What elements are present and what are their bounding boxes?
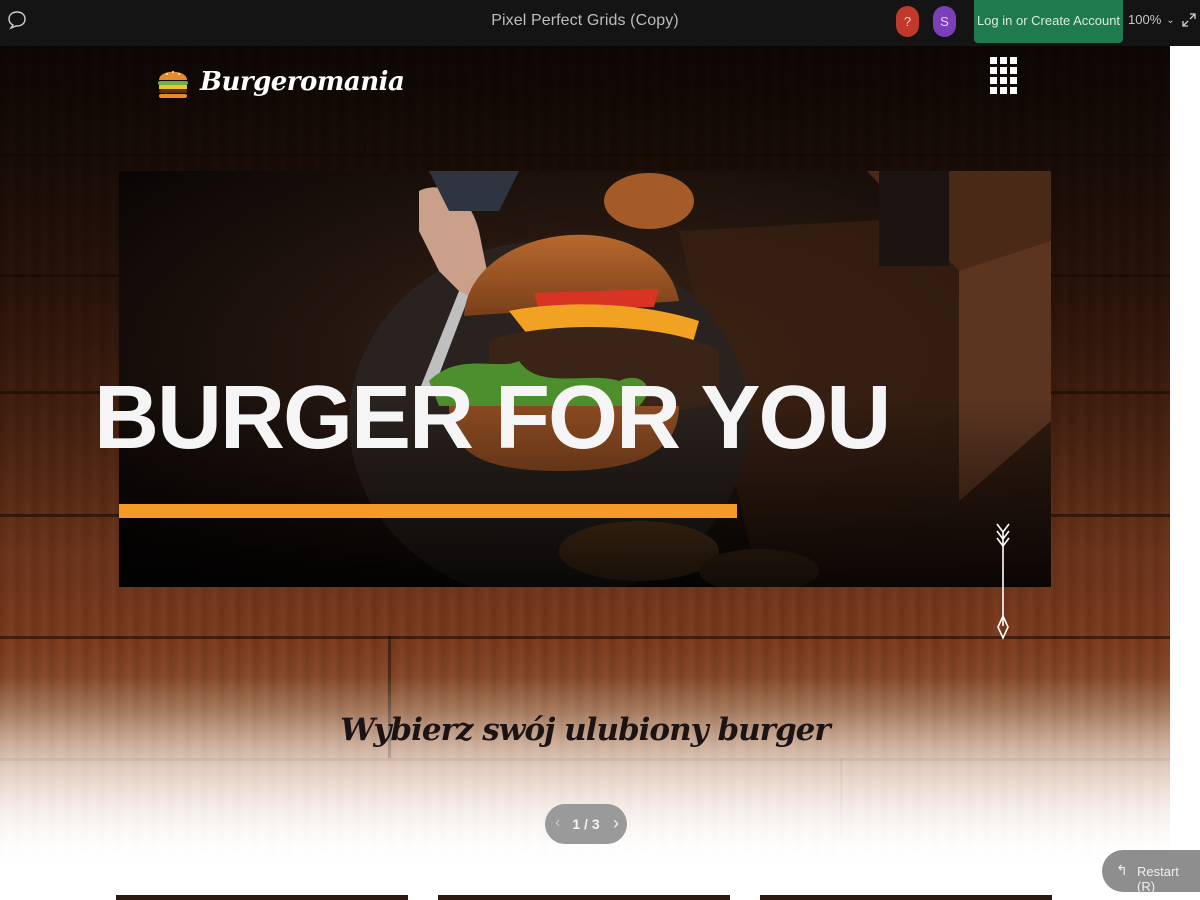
expand-icon[interactable] <box>1182 13 1196 27</box>
hero-accent-underline <box>119 504 737 518</box>
brand-logo-text[interactable]: Burgeromania <box>200 67 405 97</box>
chevron-down-icon: ⌄ <box>1166 15 1175 26</box>
burger-card[interactable] <box>438 895 730 900</box>
section-title: Wybierz swój ulubiony burger <box>340 712 830 748</box>
help-button[interactable]: ? <box>896 6 919 37</box>
zoom-value: 100% <box>1128 12 1162 27</box>
scroll-down-arrow-icon[interactable] <box>994 522 1012 642</box>
slide-pager[interactable]: ‹ 1 / 3 › <box>545 804 627 844</box>
zoom-dropdown[interactable]: 100% ⌄ <box>1128 12 1175 27</box>
burger-card[interactable] <box>760 895 1052 900</box>
canvas-edge <box>1170 46 1200 900</box>
restart-button[interactable]: ↰ Restart (R) <box>1102 850 1200 894</box>
background-fade <box>0 676 1170 900</box>
restart-icon: ↰ <box>1116 862 1128 878</box>
prototype-canvas: Burgeromania BURGER FOR YOU Wybierz swój… <box>0 46 1170 900</box>
login-create-account-button[interactable]: Log in or Create Account <box>974 0 1123 43</box>
hero-title: BURGER FOR YOU <box>94 368 891 468</box>
restart-label: Restart (R) <box>1137 864 1179 894</box>
burger-logo-icon[interactable] <box>156 64 190 100</box>
next-slide-button[interactable]: › <box>613 813 619 834</box>
user-avatar-button[interactable]: S <box>933 6 956 37</box>
grid-menu-icon[interactable] <box>990 57 1018 97</box>
prototype-viewer-bar: Pixel Perfect Grids (Copy) ? S Log in or… <box>0 0 1200 46</box>
burger-card[interactable] <box>116 895 408 900</box>
